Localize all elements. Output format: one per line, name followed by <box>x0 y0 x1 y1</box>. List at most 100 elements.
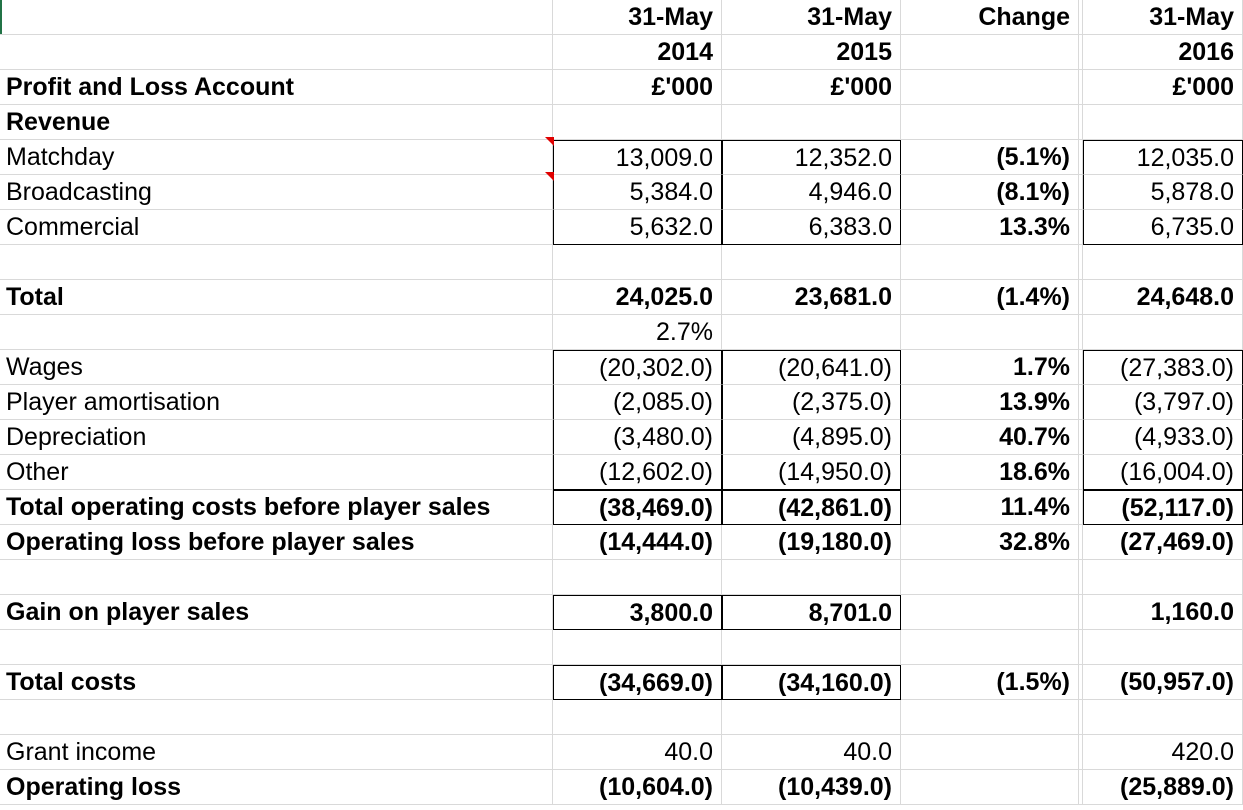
value-2015[interactable]: (2,375.0) <box>722 385 901 420</box>
header-2014[interactable]: £'000 <box>553 70 722 105</box>
value-change[interactable]: 13.3% <box>901 210 1079 245</box>
value-change[interactable] <box>901 630 1079 665</box>
value-2015[interactable]: (10,439.0) <box>722 770 901 805</box>
row-label[interactable]: Revenue <box>0 105 553 140</box>
row-label[interactable]: Operating loss <box>0 770 553 805</box>
value-2014[interactable]: 3,800.0 <box>553 595 722 630</box>
row-label[interactable]: Matchday <box>0 140 553 175</box>
value-2015[interactable]: (20,641.0) <box>722 350 901 385</box>
value-change[interactable] <box>901 315 1079 350</box>
value-2016[interactable]: (3,797.0) <box>1083 385 1243 420</box>
header-2016[interactable]: £'000 <box>1083 70 1243 105</box>
value-change[interactable]: (1.4%) <box>901 280 1079 315</box>
value-2015[interactable] <box>722 105 901 140</box>
row-label[interactable]: Wages <box>0 350 553 385</box>
value-2014[interactable] <box>553 105 722 140</box>
value-change[interactable] <box>901 105 1079 140</box>
row-label[interactable]: Total costs <box>0 665 553 700</box>
value-2015[interactable] <box>722 630 901 665</box>
header-change[interactable] <box>901 35 1079 70</box>
header-change[interactable]: Change <box>901 0 1079 35</box>
value-change[interactable]: 11.4% <box>901 490 1079 525</box>
header-change[interactable] <box>901 70 1079 105</box>
row-label[interactable]: Broadcasting <box>0 175 553 210</box>
value-change[interactable] <box>901 245 1079 280</box>
header-2015[interactable]: £'000 <box>722 70 901 105</box>
value-2016[interactable]: 1,160.0 <box>1083 595 1243 630</box>
value-2014[interactable]: (10,604.0) <box>553 770 722 805</box>
header-2016[interactable]: 31-May <box>1083 0 1243 35</box>
row-label[interactable] <box>0 700 553 735</box>
row-label[interactable]: Other <box>0 455 553 490</box>
value-2016[interactable]: 6,735.0 <box>1083 210 1243 245</box>
value-change[interactable]: 1.7% <box>901 350 1079 385</box>
value-2015[interactable]: 6,383.0 <box>722 210 901 245</box>
value-2015[interactable]: (34,160.0) <box>722 665 901 700</box>
value-change[interactable] <box>901 700 1079 735</box>
row-label[interactable]: Depreciation <box>0 420 553 455</box>
row-label[interactable]: Commercial <box>0 210 553 245</box>
value-2015[interactable]: (4,895.0) <box>722 420 901 455</box>
value-2016[interactable] <box>1083 630 1243 665</box>
value-change[interactable] <box>901 595 1079 630</box>
header-2014[interactable]: 31-May <box>553 0 722 35</box>
value-2016[interactable] <box>1083 700 1243 735</box>
value-2016[interactable]: 24,648.0 <box>1083 280 1243 315</box>
value-2014[interactable]: (3,480.0) <box>553 420 722 455</box>
page-title[interactable]: Profit and Loss Account <box>0 70 553 105</box>
value-2016[interactable]: (52,117.0) <box>1083 490 1243 525</box>
value-2016[interactable] <box>1083 315 1243 350</box>
value-2014[interactable]: (34,669.0) <box>553 665 722 700</box>
row-label[interactable]: Gain on player sales <box>0 595 553 630</box>
value-2016[interactable]: (16,004.0) <box>1083 455 1243 490</box>
spreadsheet-grid[interactable]: 31-May 31-May Change 31-May 2014 2015 2016 Prof… <box>0 0 1243 810</box>
value-2014[interactable]: 5,384.0 <box>553 175 722 210</box>
value-2014[interactable]: 13,009.0 <box>553 140 722 175</box>
header-2016[interactable]: 2016 <box>1083 35 1243 70</box>
header-2014[interactable]: 2014 <box>553 35 722 70</box>
value-2015[interactable]: 4,946.0 <box>722 175 901 210</box>
value-2014[interactable]: (12,602.0) <box>553 455 722 490</box>
row-label[interactable]: Grant income <box>0 735 553 770</box>
value-2016[interactable]: (50,957.0) <box>1083 665 1243 700</box>
value-2016[interactable]: (4,933.0) <box>1083 420 1243 455</box>
value-2015[interactable] <box>722 315 901 350</box>
value-2015[interactable]: 8,701.0 <box>722 595 901 630</box>
value-2015[interactable] <box>722 245 901 280</box>
value-change[interactable]: (5.1%) <box>901 140 1079 175</box>
value-2016[interactable]: (27,469.0) <box>1083 525 1243 560</box>
value-2014[interactable] <box>553 700 722 735</box>
value-2015[interactable] <box>722 700 901 735</box>
value-2014[interactable] <box>553 245 722 280</box>
value-change[interactable] <box>901 560 1079 595</box>
row-label[interactable]: Total operating costs before player sale… <box>0 490 553 525</box>
value-2016[interactable]: 420.0 <box>1083 735 1243 770</box>
value-2016[interactable]: 12,035.0 <box>1083 140 1243 175</box>
value-2016[interactable]: (25,889.0) <box>1083 770 1243 805</box>
value-change[interactable]: 40.7% <box>901 420 1079 455</box>
value-2014[interactable]: 5,632.0 <box>553 210 722 245</box>
header-2015[interactable]: 2015 <box>722 35 901 70</box>
value-2015[interactable]: 23,681.0 <box>722 280 901 315</box>
value-2014[interactable]: (20,302.0) <box>553 350 722 385</box>
value-change[interactable]: 18.6% <box>901 455 1079 490</box>
row-label[interactable]: Player amortisation <box>0 385 553 420</box>
header-2015[interactable]: 31-May <box>722 0 901 35</box>
row-label[interactable] <box>0 560 553 595</box>
value-2014[interactable] <box>553 630 722 665</box>
header-label-cell[interactable] <box>0 0 553 35</box>
value-2014[interactable]: 40.0 <box>553 735 722 770</box>
value-2016[interactable]: 5,878.0 <box>1083 175 1243 210</box>
value-2016[interactable] <box>1083 105 1243 140</box>
value-2014[interactable]: (14,444.0) <box>553 525 722 560</box>
value-2016[interactable]: (27,383.0) <box>1083 350 1243 385</box>
row-label[interactable]: Total <box>0 280 553 315</box>
value-2014[interactable] <box>553 560 722 595</box>
value-2014[interactable]: 2.7% <box>553 315 722 350</box>
row-label[interactable] <box>0 245 553 280</box>
value-2015[interactable]: (14,950.0) <box>722 455 901 490</box>
value-2014[interactable]: (38,469.0) <box>553 490 722 525</box>
row-label[interactable] <box>0 630 553 665</box>
value-2014[interactable]: 24,025.0 <box>553 280 722 315</box>
value-2016[interactable] <box>1083 560 1243 595</box>
